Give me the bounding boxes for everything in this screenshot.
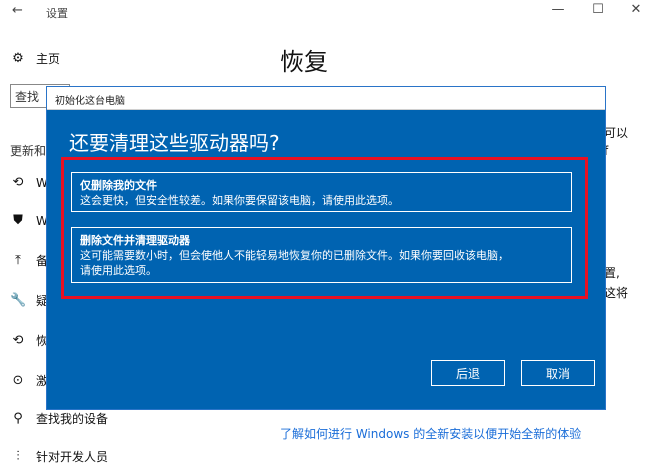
dialog-window-title: 初始化这台电脑 [55, 96, 125, 107]
developer-icon: ⫶ [16, 449, 20, 464]
option-remove-and-clean[interactable]: 删除文件并清理驱动器 这可能需要数小时，但会使他人不能轻易地恢复你的已删除文件。… [71, 227, 572, 283]
cancel-button[interactable]: 取消 [521, 360, 595, 386]
shield-icon: ⛊ [13, 213, 23, 228]
activation-icon: ⊙ [12, 373, 24, 388]
maximize-icon[interactable]: ☐ [588, 2, 608, 17]
option-description: 这会更快，但安全性较差。如果你要保留该电脑，请使用此选项。 [80, 194, 399, 207]
sidebar-home[interactable]: ⚙ 主页 [10, 50, 60, 67]
sidebar-item-activation[interactable]: ⊙ 激 [10, 372, 48, 389]
clipped-text: 可以 [604, 126, 629, 140]
refresh-icon: ⟲ [12, 175, 24, 190]
app-title: 设置 [46, 7, 68, 20]
gear-icon: ⚙ [12, 51, 24, 66]
option-title: 删除文件并清理驱动器 [80, 234, 190, 247]
back-arrow-icon[interactable]: ← [12, 3, 23, 18]
sidebar-item-developers[interactable]: ⫶ 针对开发人员 [10, 448, 108, 465]
sidebar-item-windows-update[interactable]: ⟲ W [10, 175, 48, 190]
option-title: 仅删除我的文件 [80, 179, 157, 192]
dialog-title-bar: 初始化这台电脑 [47, 87, 605, 110]
sidebar-group-label: 更新和 [10, 144, 47, 158]
reset-pc-dialog: 初始化这台电脑 还要清理这些驱动器吗? 仅删除我的文件 这会更快，但安全性较差。… [47, 87, 605, 409]
sidebar-item-troubleshoot[interactable]: 🔧 疑 [10, 292, 48, 309]
option-remove-files-only[interactable]: 仅删除我的文件 这会更快，但安全性较差。如果你要保留该电脑，请使用此选项。 [71, 172, 572, 212]
sidebar-item-windows-security[interactable]: ⛊ W [10, 213, 48, 228]
sidebar-item-label: 查找我的设备 [36, 412, 109, 426]
back-button[interactable]: 后退 [431, 360, 505, 386]
title-bar: ← 设置 — ☐ ✕ [0, 0, 650, 24]
sidebar-item-label: 针对开发人员 [36, 450, 109, 464]
sidebar-item-backup[interactable]: ⤒ 备 [10, 252, 48, 269]
minimize-icon[interactable]: — [548, 2, 568, 17]
wrench-icon: 🔧 [10, 293, 27, 308]
option-description-line2: 请使用此选项。 [80, 264, 157, 277]
recovery-icon: ⟲ [12, 333, 24, 348]
dialog-heading: 还要清理这些驱动器吗? [69, 131, 280, 155]
page-title: 恢复 [280, 48, 328, 76]
sidebar-item-recovery[interactable]: ⟲ 恢 [10, 332, 48, 349]
sidebar-home-label: 主页 [36, 52, 61, 66]
clipped-text: 置, [604, 266, 620, 280]
fresh-start-link[interactable]: 了解如何进行 Windows 的全新安装以便开始全新的体验 [280, 425, 581, 442]
find-device-icon: ⚲ [13, 411, 23, 426]
close-icon[interactable]: ✕ [626, 2, 646, 17]
sidebar-item-find-device[interactable]: ⚲ 查找我的设备 [10, 410, 108, 427]
clipped-text: 这将 [604, 286, 629, 300]
backup-icon: ⤒ [15, 253, 21, 268]
option-description-line1: 这可能需要数小时，但会使他人不能轻易地恢复你的已删除文件。如果你要回收该电脑， [80, 249, 509, 262]
